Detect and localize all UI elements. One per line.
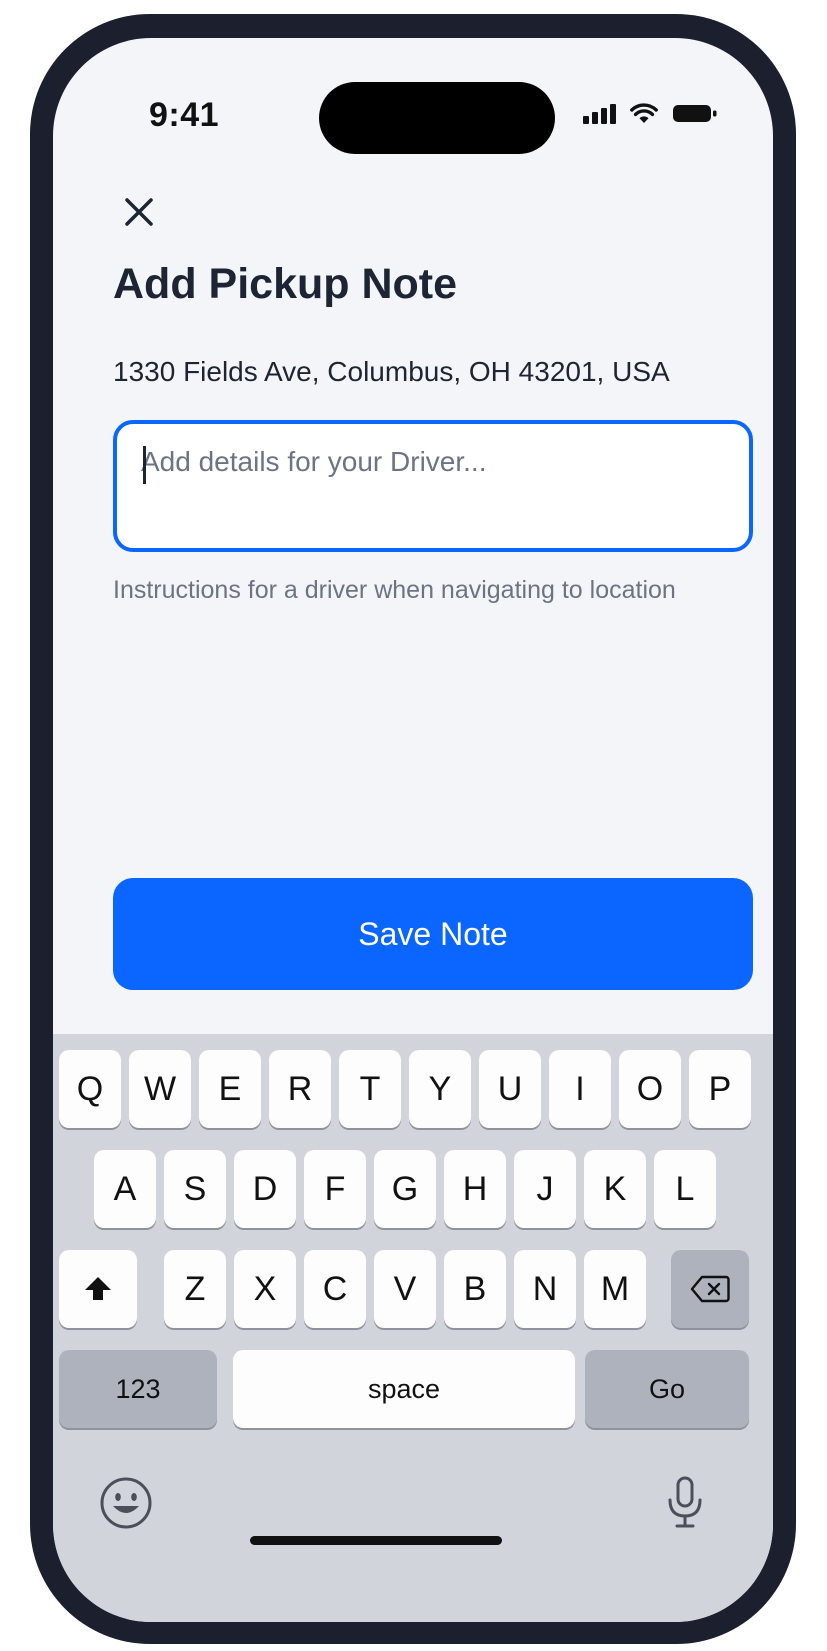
signal-icon xyxy=(583,104,616,124)
key-q[interactable]: Q xyxy=(59,1050,121,1128)
wifi-icon xyxy=(630,103,658,123)
close-button[interactable] xyxy=(109,182,169,242)
key-n[interactable]: N xyxy=(514,1250,576,1328)
key-p[interactable]: P xyxy=(689,1050,751,1128)
key-y[interactable]: Y xyxy=(409,1050,471,1128)
key-i[interactable]: I xyxy=(549,1050,611,1128)
key-m[interactable]: M xyxy=(584,1250,646,1328)
key-z[interactable]: Z xyxy=(164,1250,226,1328)
backspace-icon xyxy=(690,1275,730,1303)
status-time: 9:41 xyxy=(149,96,220,134)
text-caret xyxy=(143,446,146,484)
phone-frame: 9:41 Add Pickup Note 1330 Fields Ave, Co… xyxy=(30,14,796,1644)
key-g[interactable]: G xyxy=(374,1150,436,1228)
numbers-key[interactable]: 123 xyxy=(59,1350,217,1428)
emoji-icon[interactable] xyxy=(99,1476,153,1530)
key-b[interactable]: B xyxy=(444,1250,506,1328)
shift-icon xyxy=(85,1277,111,1300)
helper-text: Instructions for a driver when navigatin… xyxy=(113,576,676,604)
key-c[interactable]: C xyxy=(304,1250,366,1328)
go-key[interactable]: Go xyxy=(585,1350,749,1428)
key-v[interactable]: V xyxy=(374,1250,436,1328)
home-indicator xyxy=(250,1536,502,1545)
key-k[interactable]: K xyxy=(584,1150,646,1228)
save-note-button[interactable]: Save Note xyxy=(113,878,753,990)
close-icon xyxy=(125,198,153,226)
key-r[interactable]: R xyxy=(269,1050,331,1128)
note-field[interactable] xyxy=(113,420,753,552)
status-icons xyxy=(583,102,718,124)
keyboard: Q W E R T Y U I O P A S D F G H J K L Z … xyxy=(53,1034,773,1622)
battery-icon xyxy=(673,105,717,122)
shift-key[interactable] xyxy=(59,1250,137,1328)
key-l[interactable]: L xyxy=(654,1150,716,1228)
screen: 9:41 Add Pickup Note 1330 Fields Ave, Co… xyxy=(53,38,773,1622)
key-j[interactable]: J xyxy=(514,1150,576,1228)
dynamic-island xyxy=(319,82,555,154)
key-u[interactable]: U xyxy=(479,1050,541,1128)
space-key[interactable]: space xyxy=(233,1350,575,1428)
key-s[interactable]: S xyxy=(164,1150,226,1228)
key-w[interactable]: W xyxy=(129,1050,191,1128)
note-input[interactable] xyxy=(141,446,731,526)
key-o[interactable]: O xyxy=(619,1050,681,1128)
page-title: Add Pickup Note xyxy=(113,260,458,308)
pickup-address: 1330 Fields Ave, Columbus, OH 43201, USA xyxy=(113,356,670,387)
key-h[interactable]: H xyxy=(444,1150,506,1228)
key-a[interactable]: A xyxy=(94,1150,156,1228)
key-d[interactable]: D xyxy=(234,1150,296,1228)
key-x[interactable]: X xyxy=(234,1250,296,1328)
microphone-icon[interactable] xyxy=(665,1474,705,1532)
key-f[interactable]: F xyxy=(304,1150,366,1228)
key-e[interactable]: E xyxy=(199,1050,261,1128)
key-t[interactable]: T xyxy=(339,1050,401,1128)
backspace-key[interactable] xyxy=(671,1250,749,1328)
